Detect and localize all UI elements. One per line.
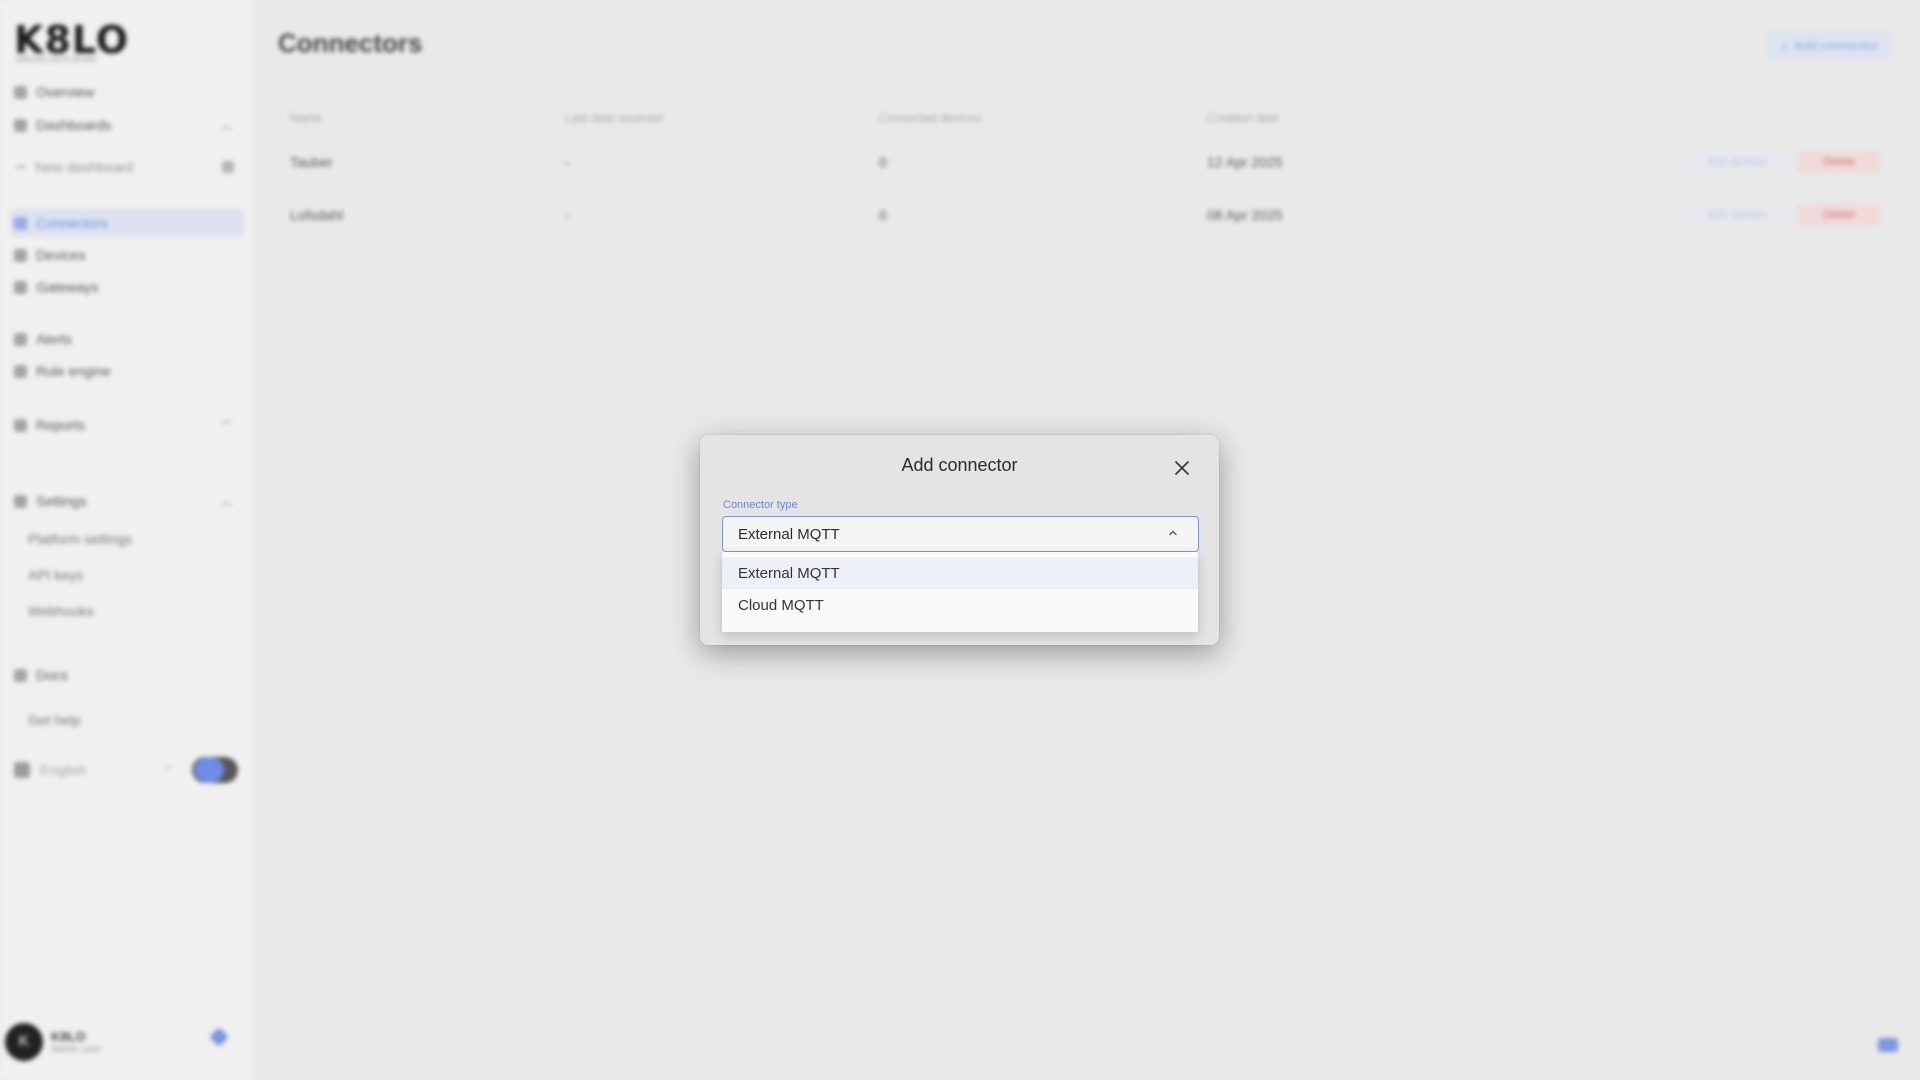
connector-type-label: Connector type — [723, 499, 798, 511]
connector-type-options: External MQTT Cloud MQTT — [722, 552, 1198, 632]
close-icon[interactable] — [1171, 457, 1193, 479]
dialog-title: Add connector — [901, 455, 1018, 475]
connector-type-select[interactable]: External MQTT — [722, 516, 1199, 552]
chevron-up-icon — [1169, 530, 1177, 536]
option-external-mqtt[interactable]: External MQTT — [722, 557, 1198, 589]
option-cloud-mqtt[interactable]: Cloud MQTT — [722, 589, 1198, 621]
select-value: External MQTT — [738, 525, 840, 543]
